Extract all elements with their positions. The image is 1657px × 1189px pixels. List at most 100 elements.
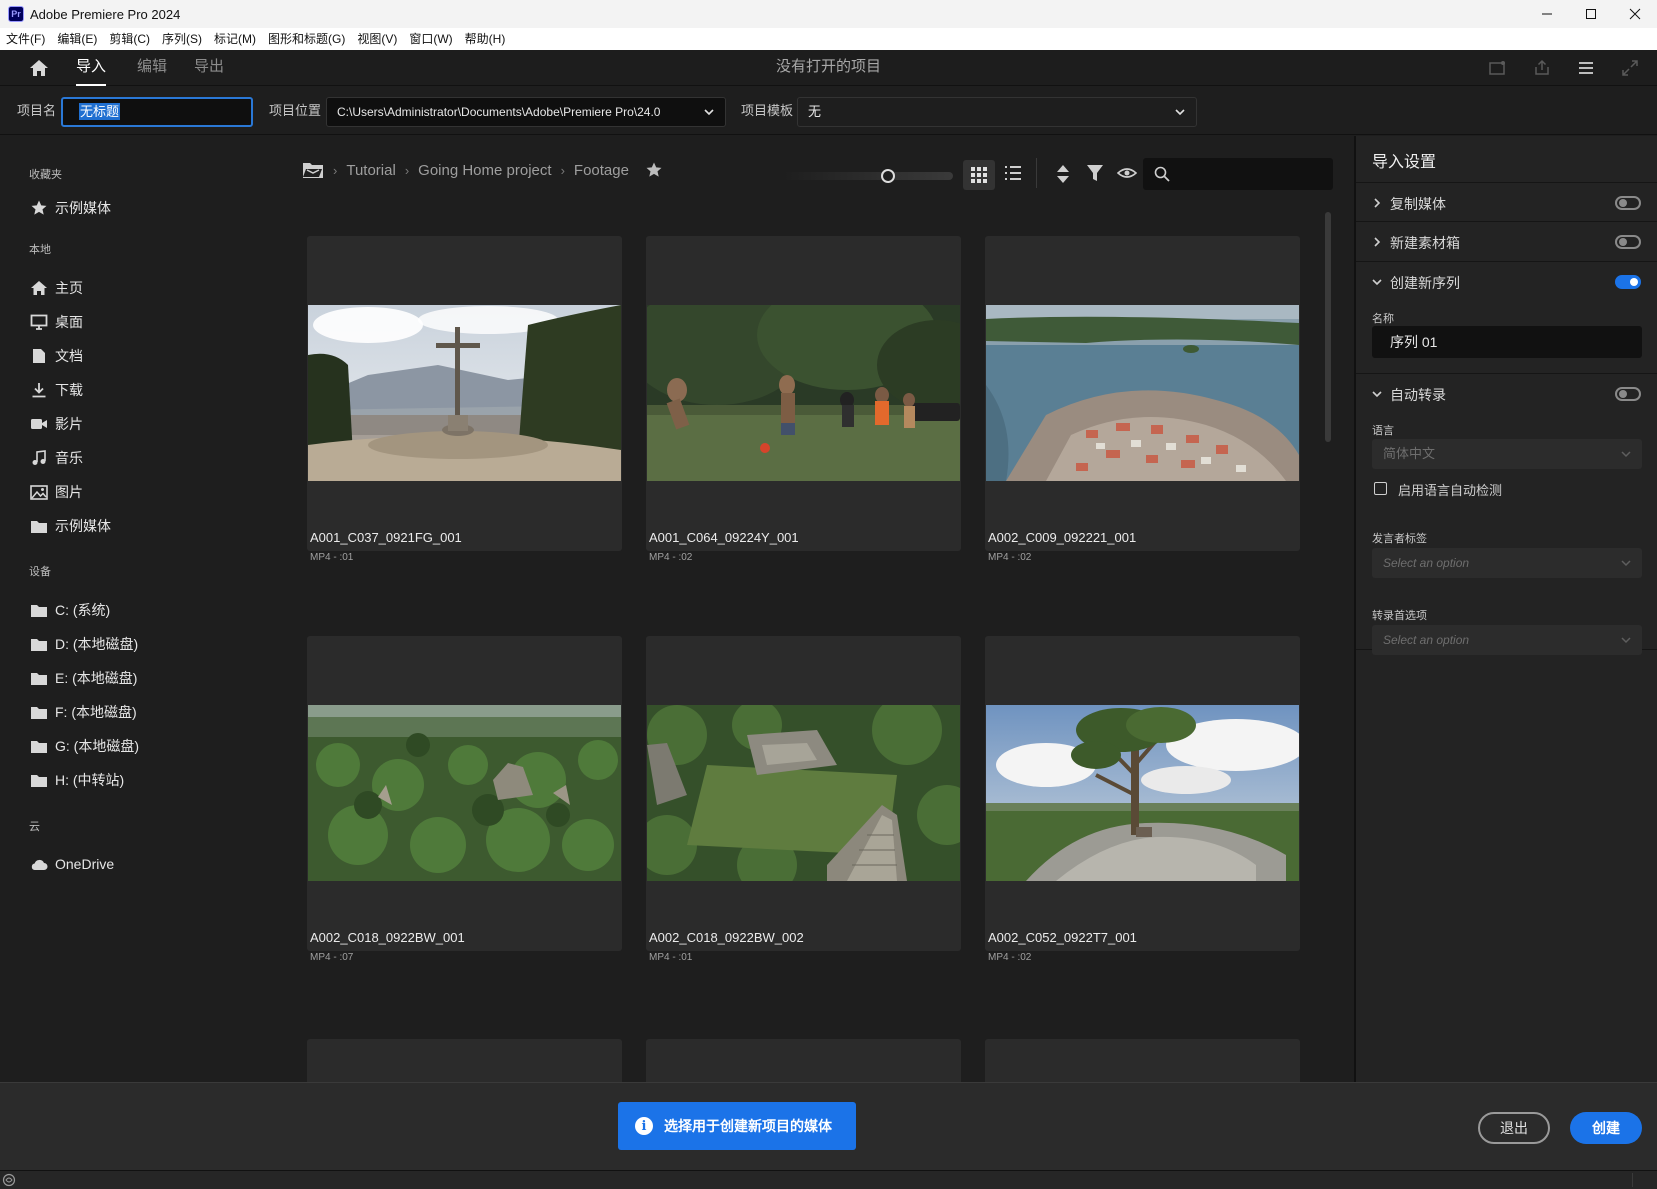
language-select[interactable]: 简体中文	[1372, 439, 1642, 469]
toolbar-divider	[1036, 158, 1037, 188]
workspaces-button[interactable]	[1576, 58, 1596, 78]
transcribe-prefs-select[interactable]: Select an option	[1372, 625, 1642, 655]
sidebar-item-sample-media-favorite[interactable]: 示例媒体	[29, 197, 111, 219]
folder-icon	[31, 774, 47, 787]
speaker-labels-select[interactable]: Select an option	[1372, 548, 1642, 578]
copy-media-row[interactable]: 复制媒体	[1356, 182, 1657, 222]
new-sequence-toggle[interactable]	[1615, 275, 1641, 289]
new-bin-toggle[interactable]	[1615, 235, 1641, 249]
thumbnail-size-slider[interactable]	[783, 172, 953, 180]
menu-help[interactable]: 帮助(H)	[459, 28, 512, 50]
menu-clip[interactable]: 剪辑(C)	[103, 28, 156, 50]
folder-icon	[31, 740, 47, 753]
auto-detect-checkbox[interactable]	[1374, 482, 1387, 495]
sort-button[interactable]	[1054, 164, 1076, 186]
menu-view[interactable]: 视图(V)	[351, 28, 403, 50]
sidebar-item-drive-g[interactable]: G: (本地磁盘)	[29, 735, 139, 757]
sidebar-item-label: G: (本地磁盘)	[55, 738, 139, 754]
image-icon	[30, 484, 48, 500]
copy-media-toggle[interactable]	[1615, 196, 1641, 210]
media-meta: MP4 - :07	[310, 952, 354, 963]
sidebar-item-home[interactable]: 主页	[29, 277, 83, 299]
media-tile-partial[interactable]	[307, 1039, 622, 1082]
folder-icon	[31, 520, 47, 533]
slider-handle[interactable]	[881, 169, 896, 183]
search-input[interactable]	[1143, 158, 1333, 190]
filter-button[interactable]	[1086, 164, 1108, 186]
list-view-button[interactable]	[1004, 164, 1026, 186]
chevron-down-icon[interactable]	[1372, 388, 1382, 400]
media-tile[interactable]	[646, 236, 961, 551]
sidebar-item-drive-c[interactable]: C: (系统)	[29, 599, 110, 621]
folder-open-icon[interactable]	[302, 161, 324, 179]
media-tile-partial[interactable]	[646, 1039, 961, 1082]
sidebar-item-onedrive[interactable]: OneDrive	[29, 853, 114, 875]
sidebar-item-label: E: (本地磁盘)	[55, 670, 138, 686]
sidebar-item-label: 主页	[55, 280, 83, 296]
close-button[interactable]	[1613, 0, 1657, 28]
sidebar-item-documents[interactable]: 文档	[29, 345, 83, 367]
media-tile[interactable]	[307, 236, 622, 551]
sidebar-item-pictures[interactable]: 图片	[29, 481, 83, 503]
tab-import[interactable]: 导入	[76, 50, 107, 86]
star-icon[interactable]	[645, 161, 663, 179]
sidebar-item-downloads[interactable]: 下载	[29, 379, 83, 401]
project-name-input[interactable]: 无标题	[61, 97, 253, 127]
media-tile[interactable]	[985, 636, 1300, 951]
menu-window[interactable]: 窗口(W)	[403, 28, 458, 50]
sidebar-item-label: 影片	[55, 416, 83, 432]
sidebar-item-videos[interactable]: 影片	[29, 413, 83, 435]
video-icon	[31, 419, 47, 429]
quick-export-button[interactable]	[1488, 58, 1508, 78]
minimize-button[interactable]	[1525, 0, 1569, 28]
media-tile[interactable]	[646, 636, 961, 951]
grid-view-button[interactable]	[963, 160, 995, 190]
sidebar-item-desktop[interactable]: 桌面	[29, 311, 83, 333]
sidebar-item-drive-f[interactable]: F: (本地磁盘)	[29, 701, 137, 723]
share-button[interactable]	[1532, 58, 1552, 78]
menu-graphics[interactable]: 图形和标题(G)	[262, 28, 351, 50]
breadcrumb-tutorial[interactable]: Tutorial	[346, 162, 395, 179]
scrollbar[interactable]	[1325, 212, 1331, 442]
media-tile-partial[interactable]	[985, 1039, 1300, 1082]
status-indicator-icon[interactable]	[2, 1173, 16, 1187]
breadcrumb-going-home[interactable]: Going Home project	[418, 162, 551, 179]
sidebar-item-drive-h[interactable]: H: (中转站)	[29, 769, 124, 791]
folder-icon	[31, 638, 47, 651]
exit-button[interactable]: 退出	[1478, 1112, 1550, 1144]
fullscreen-button[interactable]	[1620, 58, 1640, 78]
sidebar-item-sample-media[interactable]: 示例媒体	[29, 515, 111, 537]
sidebar-item-label: D: (本地磁盘)	[55, 636, 139, 652]
project-location-select[interactable]: C:\Users\Administrator\Documents\Adobe\P…	[326, 97, 726, 127]
tab-edit[interactable]: 编辑	[137, 50, 167, 86]
import-settings-panel: 导入设置 复制媒体 新建素材箱 创建新序列 名称 序列 01 自动转录 语言 简…	[1354, 136, 1657, 1082]
sidebar-item-drive-e[interactable]: E: (本地磁盘)	[29, 667, 137, 689]
breadcrumb-separator: ›	[333, 162, 338, 178]
sidebar-item-drive-d[interactable]: D: (本地磁盘)	[29, 633, 138, 655]
home-icon	[30, 60, 48, 76]
menu-markers[interactable]: 标记(M)	[208, 28, 262, 50]
media-name: A001_C064_09224Y_001	[649, 530, 799, 545]
title-bar: Pr Adobe Premiere Pro 2024	[0, 0, 1657, 28]
auto-transcribe-toggle[interactable]	[1615, 387, 1641, 401]
sequence-name-input[interactable]: 序列 01	[1372, 326, 1642, 358]
info-message: 选择用于创建新项目的媒体	[664, 1118, 832, 1134]
breadcrumb-footage[interactable]: Footage	[574, 162, 629, 179]
chevron-down-icon	[704, 109, 714, 116]
sidebar-item-label: 下载	[55, 382, 83, 398]
new-bin-row[interactable]: 新建素材箱	[1356, 222, 1657, 262]
project-template-select[interactable]: 无	[797, 97, 1197, 127]
view-options-button[interactable]	[1116, 164, 1139, 186]
folder-icon	[31, 706, 47, 719]
home-button[interactable]	[28, 58, 50, 78]
sidebar-item-music[interactable]: 音乐	[29, 447, 83, 469]
tab-export[interactable]: 导出	[194, 50, 224, 86]
media-tile[interactable]	[307, 636, 622, 951]
media-tile[interactable]	[985, 236, 1300, 551]
menu-edit[interactable]: 编辑(E)	[51, 28, 103, 50]
maximize-button[interactable]	[1569, 0, 1613, 28]
menu-sequence[interactable]: 序列(S)	[156, 28, 208, 50]
menu-file[interactable]: 文件(F)	[0, 28, 51, 50]
create-button[interactable]: 创建	[1570, 1112, 1642, 1144]
chevron-down-icon[interactable]	[1372, 276, 1382, 288]
